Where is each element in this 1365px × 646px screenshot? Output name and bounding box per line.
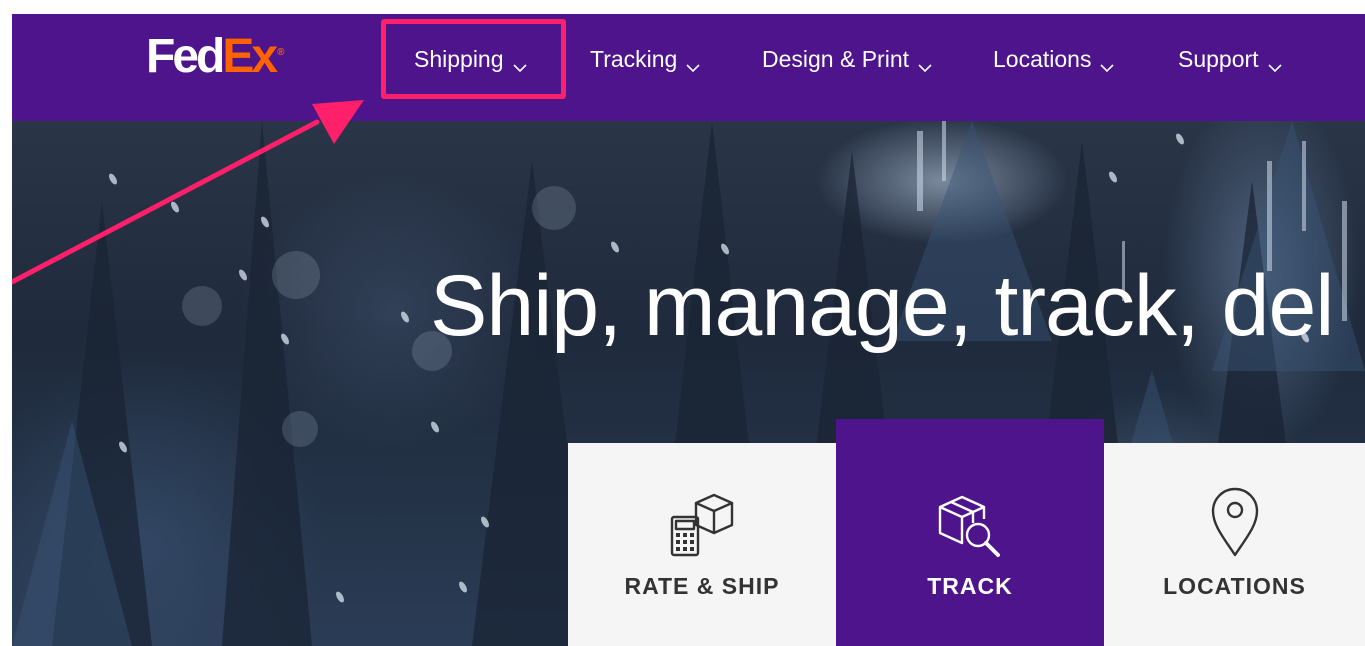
annotation-arrow <box>12 100 364 285</box>
logo-fed-text: Fed <box>146 30 225 83</box>
locations-label: LOCATIONS <box>1163 573 1306 599</box>
nav-item-design-print[interactable]: Design & Print <box>762 42 933 76</box>
nav-item-tracking[interactable]: Tracking <box>590 42 701 76</box>
page: FedEx® Shipping Tracking Design & Print <box>12 14 1365 646</box>
chevron-down-icon <box>1099 51 1115 73</box>
logo-registered-mark: ® <box>277 47 285 58</box>
track-label: TRACK <box>927 573 1013 599</box>
nav-item-label: Locations <box>993 46 1092 72</box>
locations-tile[interactable]: LOCATIONS <box>1104 443 1365 646</box>
chevron-down-icon <box>917 51 933 73</box>
nav-item-label: Support <box>1178 46 1259 72</box>
calculator-package-icon <box>666 489 738 561</box>
rate-ship-label: RATE & SHIP <box>624 573 780 599</box>
package-magnifier-icon <box>934 489 1006 561</box>
chevron-down-icon <box>685 51 701 73</box>
shipping-highlight-box <box>381 19 566 99</box>
snow-bokeh <box>282 411 318 447</box>
nav-item-label: Design & Print <box>762 46 910 72</box>
nav-item-label: Tracking <box>590 46 678 72</box>
rate-ship-tile[interactable]: RATE & SHIP <box>568 443 836 646</box>
nav-item-locations[interactable]: Locations <box>993 42 1115 76</box>
fedex-logo[interactable]: FedEx ® <box>146 30 285 83</box>
map-pin-icon <box>1209 485 1261 559</box>
track-tile[interactable]: TRACK <box>836 419 1104 646</box>
logo-ex-text: Ex <box>222 30 278 83</box>
nav-item-support[interactable]: Support <box>1178 42 1283 76</box>
hero-title: Ship, manage, track, del <box>430 258 1334 354</box>
snow-bokeh <box>532 186 576 230</box>
chevron-down-icon <box>1267 51 1283 73</box>
